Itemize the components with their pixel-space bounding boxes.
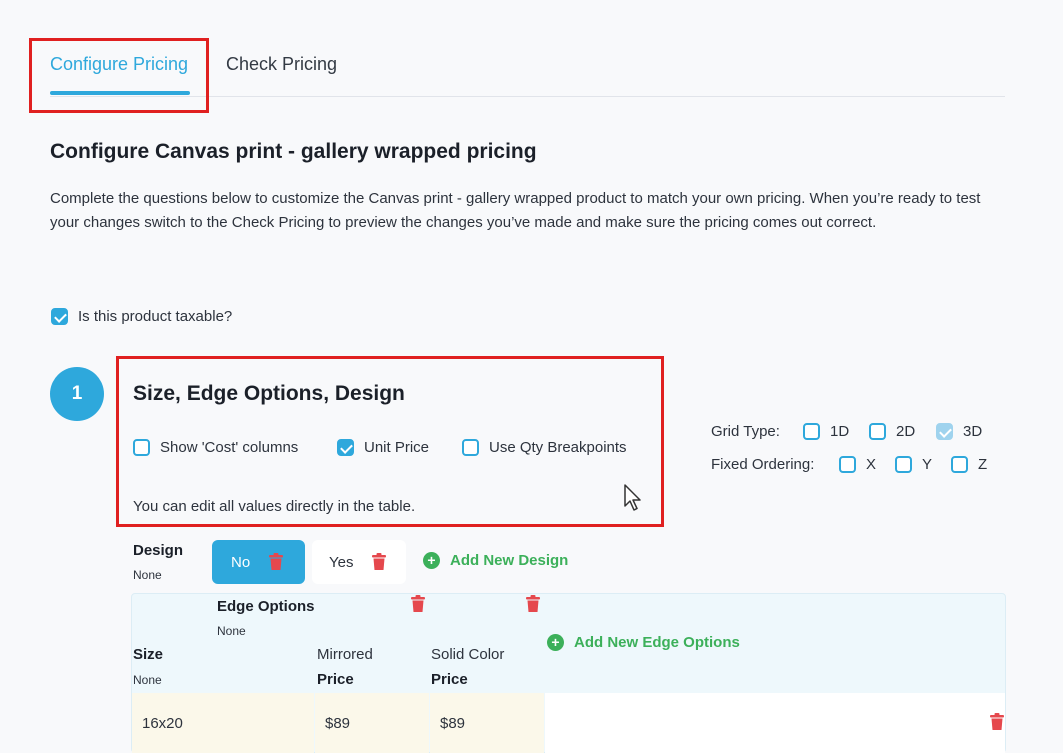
size-sub: None [133, 673, 162, 687]
add-new-design-label: Add New Design [450, 552, 569, 569]
ordering-z-label: Z [978, 456, 988, 473]
edit-hint: You can edit all values directly in the … [133, 498, 416, 515]
add-new-edge-options-button[interactable]: + Add New Edge Options [547, 634, 740, 651]
edge-options-label: Edge Options [217, 598, 315, 615]
taxable-checkbox[interactable] [51, 308, 68, 325]
design-yes-label: Yes [329, 553, 354, 571]
qty-breakpoints-label: Use Qty Breakpoints [489, 439, 627, 456]
mouse-cursor-icon [624, 484, 641, 511]
ordering-x-checkbox[interactable] [839, 456, 856, 473]
option-unit-price[interactable]: Unit Price [337, 439, 429, 456]
ordering-y-label: Y [922, 456, 933, 473]
grid-2d-label: 2D [896, 423, 916, 440]
show-cost-checkbox[interactable] [133, 439, 150, 456]
tab-bar: Configure Pricing Check Pricing [50, 0, 1005, 97]
price-cell[interactable]: $89 [315, 693, 429, 753]
ordering-z-checkbox[interactable] [951, 456, 968, 473]
design-label: Design [133, 542, 184, 559]
design-value-yes[interactable]: Yes [312, 540, 406, 584]
row-spacer [545, 693, 1005, 753]
price-cell[interactable]: $89 [430, 693, 544, 753]
taxable-label: Is this product taxable? [78, 308, 233, 325]
option-show-cost-columns[interactable]: Show 'Cost' columns [133, 439, 298, 456]
unit-price-checkbox[interactable] [337, 439, 354, 456]
size-label: Size [133, 646, 164, 663]
section-title: Size, Edge Options, Design [133, 382, 405, 405]
grid-type-1d[interactable]: 1D [803, 423, 849, 440]
size-cell[interactable]: 16x20 [132, 693, 314, 753]
table-row: 16x20 $89 $89 [132, 693, 1005, 753]
plus-circle-icon: + [423, 552, 440, 569]
option-use-qty-breakpoints[interactable]: Use Qty Breakpoints [462, 439, 627, 456]
design-value-no[interactable]: No [212, 540, 305, 584]
page-title: Configure Canvas print - gallery wrapped… [50, 140, 537, 163]
ordering-y-checkbox[interactable] [895, 456, 912, 473]
ordering-y[interactable]: Y [895, 456, 932, 473]
ordering-z[interactable]: Z [951, 456, 987, 473]
design-sub: None [133, 568, 162, 582]
ordering-x[interactable]: X [839, 456, 876, 473]
tab-configure-pricing[interactable]: Configure Pricing [50, 54, 188, 75]
qty-breakpoints-checkbox[interactable] [462, 439, 479, 456]
design-no-label: No [231, 553, 251, 571]
trash-icon[interactable] [268, 553, 284, 571]
column-mirrored: Mirrored [317, 646, 373, 663]
grid-type-3d[interactable]: 3D [936, 423, 982, 440]
grid-3d-checkbox[interactable] [936, 423, 953, 440]
active-tab-indicator [50, 91, 190, 95]
grid-1d-checkbox[interactable] [803, 423, 820, 440]
grid-1d-label: 1D [830, 423, 850, 440]
taxable-checkbox-row[interactable]: Is this product taxable? [51, 308, 232, 325]
intro-text: Complete the questions below to customiz… [50, 190, 981, 231]
grid-type-label: Grid Type: [711, 423, 780, 440]
show-cost-label: Show 'Cost' columns [160, 439, 299, 456]
add-new-edge-options-label: Add New Edge Options [574, 634, 740, 651]
fixed-ordering-label: Fixed Ordering: [711, 456, 815, 473]
column-solid-color: Solid Color [431, 646, 505, 663]
add-new-design-button[interactable]: + Add New Design [423, 552, 568, 569]
trash-icon[interactable] [371, 553, 387, 571]
grid-type-2d[interactable]: 2D [869, 423, 915, 440]
step-badge: 1 [50, 367, 104, 421]
tab-check-pricing[interactable]: Check Pricing [226, 54, 337, 75]
grid-2d-checkbox[interactable] [869, 423, 886, 440]
trash-icon[interactable] [525, 595, 541, 613]
column-solid-color-price: Price [431, 671, 468, 688]
trash-icon[interactable] [410, 595, 426, 613]
trash-icon[interactable] [989, 713, 1005, 731]
grid-3d-label: 3D [963, 423, 983, 440]
ordering-x-label: X [866, 456, 877, 473]
unit-price-label: Unit Price [364, 439, 430, 456]
column-mirrored-price: Price [317, 671, 354, 688]
edge-options-sub: None [217, 624, 246, 638]
plus-circle-icon: + [547, 634, 564, 651]
